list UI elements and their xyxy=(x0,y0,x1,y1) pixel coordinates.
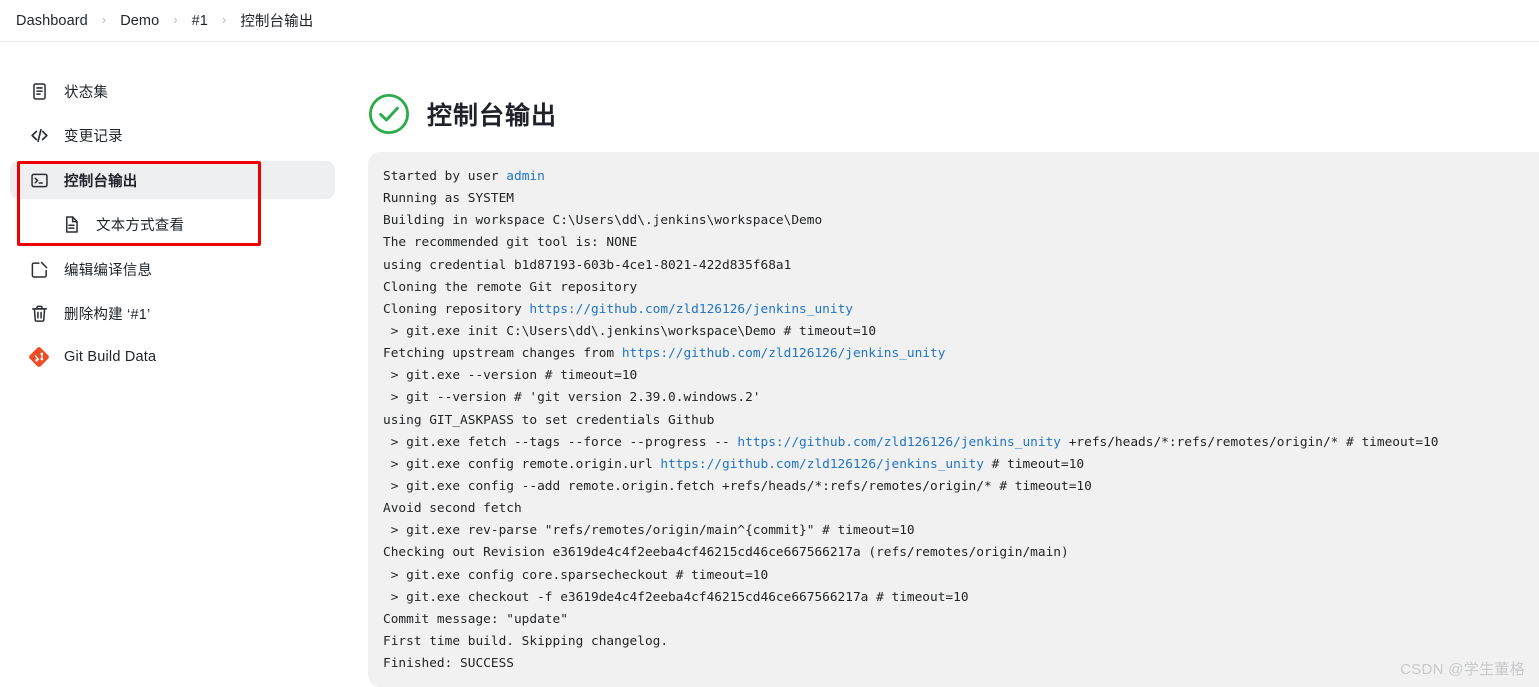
console-output-text: Started by user admin Running as SYSTEM Bu… xyxy=(383,166,1539,675)
console-line: Cloning repository https://github.com/zl… xyxy=(383,299,1539,321)
page-title: 控制台输出 xyxy=(427,102,558,130)
console-text: Building in workspace C:\Users\dd\.jenki… xyxy=(383,213,823,229)
terminal-icon xyxy=(28,169,50,191)
breadcrumb-separator-icon: › xyxy=(221,12,227,27)
console-line: > git.exe rev-parse "refs/remotes/origin… xyxy=(383,520,1539,542)
sidebar-item-git-build-data[interactable]: Git Build Data xyxy=(10,338,335,376)
console-text: Commit message: "update" xyxy=(383,611,568,627)
console-line: > git.exe --version # timeout=10 xyxy=(383,365,1539,387)
sidebar: 状态集 变更记录 控制台输出 文本方式查看 编辑编译信息 删除构建 ‘#1’ G… xyxy=(0,42,368,687)
console-text: > git.exe config --add remote.origin.fet… xyxy=(383,478,1092,494)
breadcrumb-item-build-number[interactable]: #1 xyxy=(187,11,213,31)
console-text: Checking out Revision e3619de4c4f2eeba4c… xyxy=(383,545,1069,561)
breadcrumb-item-console-output[interactable]: 控制台输出 xyxy=(235,8,318,33)
trash-icon xyxy=(28,302,50,324)
console-line: First time build. Skipping changelog. xyxy=(383,631,1539,653)
sidebar-item-label: 文本方式查看 xyxy=(96,217,185,234)
console-line: Fetching upstream changes from https://g… xyxy=(383,343,1539,365)
breadcrumb: Dashboard › Demo › #1 › 控制台输出 xyxy=(0,0,1539,42)
breadcrumb-separator-icon: › xyxy=(101,12,107,27)
sidebar-item-label: 编辑编译信息 xyxy=(64,262,153,279)
console-text: > git.exe init C:\Users\dd\.jenkins\work… xyxy=(383,323,877,339)
console-link[interactable]: https://github.com/zld126126/jenkins_uni… xyxy=(737,435,1061,450)
success-check-circle-icon xyxy=(368,93,410,135)
sidebar-item-label: 状态集 xyxy=(64,84,109,101)
console-line: Building in workspace C:\Users\dd\.jenki… xyxy=(383,210,1539,232)
code-brackets-icon xyxy=(28,124,50,146)
console-line: Checking out Revision e3619de4c4f2eeba4c… xyxy=(383,542,1539,564)
console-text: Cloning repository xyxy=(383,301,530,317)
console-text: > git.exe config core.sparsecheckout # t… xyxy=(383,567,769,583)
console-text: using credential b1d87193-603b-4ce1-8021… xyxy=(383,257,792,273)
console-output-panel[interactable]: Started by user admin Running as SYSTEM Bu… xyxy=(368,152,1539,687)
console-text: Avoid second fetch xyxy=(383,501,522,517)
console-text: > git --version # 'git version 2.39.0.wi… xyxy=(383,390,761,406)
sidebar-item-delete-build[interactable]: 删除构建 ‘#1’ xyxy=(10,294,335,332)
git-diamond-icon xyxy=(28,346,50,368)
sidebar-item-console-output[interactable]: 控制台输出 xyxy=(10,161,335,199)
breadcrumb-item-demo[interactable]: Demo xyxy=(115,11,164,31)
console-text: > git.exe config remote.origin.url xyxy=(383,456,661,472)
breadcrumb-separator-icon: › xyxy=(173,12,178,27)
console-text: > git.exe rev-parse "refs/remotes/origin… xyxy=(383,523,915,539)
console-line: > git.exe checkout -f e3619de4c4f2eeba4c… xyxy=(383,587,1539,609)
console-line: Avoid second fetch xyxy=(383,498,1539,520)
console-line: > git.exe config --add remote.origin.fet… xyxy=(383,476,1539,498)
console-text: Finished: SUCCESS xyxy=(383,656,514,672)
sidebar-item-status-set[interactable]: 状态集 xyxy=(10,72,335,110)
sidebar-item-label: 删除构建 ‘#1’ xyxy=(64,306,151,323)
console-text: # timeout=10 xyxy=(983,456,1085,472)
console-text: Cloning the remote Git repository xyxy=(383,279,638,295)
main-content: 控制台输出 Started by user admin Running as SY… xyxy=(368,42,1539,687)
console-link[interactable]: https://github.com/zld126126/jenkins_uni… xyxy=(660,457,984,472)
console-text: Started by user xyxy=(383,169,507,184)
console-text: using GIT_ASKPASS to set credentials Git… xyxy=(383,412,715,428)
sidebar-item-label: Git Build Data xyxy=(64,349,157,365)
console-line: > git --version # 'git version 2.39.0.wi… xyxy=(383,387,1539,409)
text-file-icon xyxy=(60,213,82,235)
sidebar-item-label: 变更记录 xyxy=(64,128,123,145)
console-line: The recommended git tool is: NONE xyxy=(383,232,1539,254)
console-line: Finished: SUCCESS xyxy=(383,653,1539,675)
sidebar-item-edit-build-information[interactable]: 编辑编译信息 xyxy=(10,250,335,288)
console-text: Fetching upstream changes from xyxy=(383,346,622,362)
console-line: Cloning the remote Git repository xyxy=(383,277,1539,299)
console-line: > git.exe config remote.origin.url https… xyxy=(383,454,1539,476)
console-text: > git.exe --version # timeout=10 xyxy=(383,368,638,384)
watermark: CSDN @学生董格 xyxy=(1400,661,1525,678)
console-text: > git.exe checkout -f e3619de4c4f2eeba4c… xyxy=(383,589,969,605)
console-line: Commit message: "update" xyxy=(383,609,1539,631)
console-link[interactable]: https://github.com/zld126126/jenkins_uni… xyxy=(529,302,853,317)
edit-square-icon xyxy=(28,258,50,280)
console-text: Running as SYSTEM xyxy=(383,191,514,207)
sidebar-item-label: 控制台输出 xyxy=(64,173,138,190)
console-line: Running as SYSTEM xyxy=(383,188,1539,210)
console-line: > git.exe fetch --tags --force --progres… xyxy=(383,432,1539,454)
console-line: > git.exe config core.sparsecheckout # t… xyxy=(383,565,1539,587)
sidebar-item-view-as-plain-text[interactable]: 文本方式查看 xyxy=(10,205,335,243)
console-text: +refs/heads/*:refs/remotes/origin/* # ti… xyxy=(1061,434,1439,450)
console-line: Started by user admin xyxy=(383,166,1539,188)
console-link[interactable]: https://github.com/zld126126/jenkins_uni… xyxy=(622,346,946,361)
document-list-icon xyxy=(28,80,50,102)
console-text: First time build. Skipping changelog. xyxy=(383,633,669,649)
sidebar-item-changes[interactable]: 变更记录 xyxy=(10,116,335,154)
breadcrumb-item-dashboard[interactable]: Dashboard xyxy=(11,11,93,31)
page-header: 控制台输出 xyxy=(368,42,1539,152)
console-link[interactable]: admin xyxy=(506,169,545,184)
console-line: using GIT_ASKPASS to set credentials Git… xyxy=(383,410,1539,432)
console-line: using credential b1d87193-603b-4ce1-8021… xyxy=(383,255,1539,277)
console-text: > git.exe fetch --tags --force --progres… xyxy=(383,434,738,450)
console-text: The recommended git tool is: NONE xyxy=(383,235,638,251)
console-line: > git.exe init C:\Users\dd\.jenkins\work… xyxy=(383,321,1539,343)
jenkins-console-page: Dashboard › Demo › #1 › 控制台输出 状态集 变更记录 控… xyxy=(0,0,1539,687)
